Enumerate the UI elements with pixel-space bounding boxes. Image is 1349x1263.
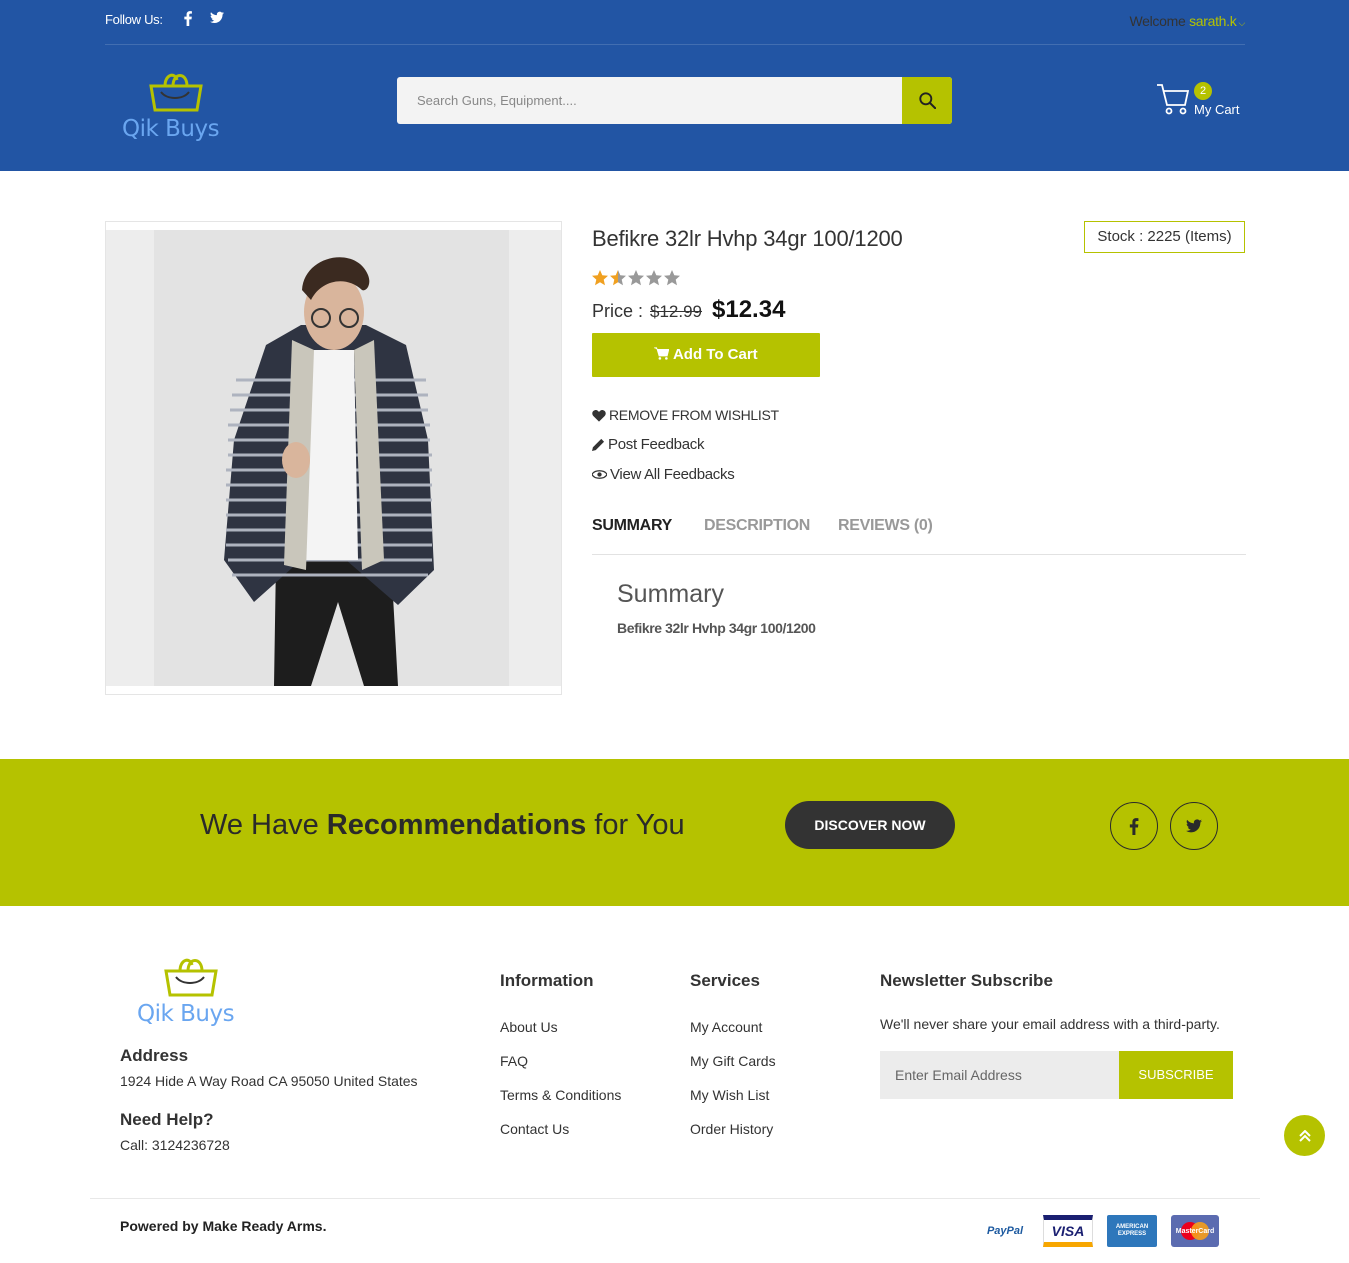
footer-logo[interactable]: Qik Buys — [137, 955, 247, 1030]
product-image[interactable] — [105, 221, 562, 695]
recommendation-banner: We Have Recommendations for You DISCOVER… — [0, 759, 1349, 906]
amex-label: AMERICAN EXPRESS — [1115, 1224, 1149, 1237]
chevron-down-icon[interactable]: ⌵ — [1238, 18, 1245, 28]
post-feedback-link[interactable]: Post Feedback — [592, 436, 704, 453]
star-filled-icon — [592, 270, 608, 286]
terms-link[interactable]: Terms & Conditions — [500, 1087, 621, 1103]
banner-text: We Have Recommendations for You — [200, 809, 685, 842]
tab-reviews[interactable]: REVIEWS (0) — [838, 517, 933, 535]
address-text: 1924 Hide A Way Road CA 95050 United Sta… — [120, 1073, 418, 1089]
welcome-text[interactable]: Welcome sarath.k ⌵ — [1129, 13, 1245, 29]
search-icon — [918, 92, 936, 109]
footer-divider — [90, 1198, 1260, 1199]
need-help-title: Need Help? — [120, 1110, 214, 1129]
footer-logo-text: Qik Buys — [137, 1001, 235, 1027]
top-bar: Follow Us: Welcome sarath.k ⌵ — [105, 0, 1245, 45]
twitter-icon — [1186, 819, 1202, 833]
heart-icon — [592, 409, 606, 422]
contact-us-link[interactable]: Contact Us — [500, 1121, 569, 1137]
cart-widget[interactable]: 2 My Cart — [1156, 80, 1246, 120]
order-history-link[interactable]: Order History — [690, 1121, 773, 1137]
double-chevron-up-icon — [1298, 1129, 1311, 1142]
remove-wishlist-link[interactable]: REMOVE FROM WISHLIST — [592, 407, 779, 423]
star-half-icon — [610, 270, 626, 286]
view-feedbacks-link[interactable]: View All Feedbacks — [592, 466, 735, 483]
twitter-icon[interactable] — [210, 11, 224, 27]
subscribe-button[interactable]: SUBSCRIBE — [1119, 1051, 1233, 1099]
product-title: Befikre 32lr Hvhp 34gr 100/1200 — [592, 226, 903, 251]
banner-text-bold: Recommendations — [326, 809, 587, 841]
visa-label: VISA — [1051, 1223, 1085, 1239]
banner-text-post: for You — [586, 809, 685, 841]
address-title: Address — [120, 1046, 189, 1065]
newsletter-title: Newsletter Subscribe — [880, 971, 1053, 990]
star-empty-icon — [628, 270, 644, 286]
price-label: Price : — [592, 301, 649, 321]
site-header: Follow Us: Welcome sarath.k ⌵ Qik Buys S… — [0, 0, 1349, 171]
post-feedback-label: Post Feedback — [608, 436, 705, 453]
twitter-button[interactable] — [1170, 802, 1218, 850]
tab-description[interactable]: DESCRIPTION — [704, 517, 810, 535]
visa-icon: VISA — [1043, 1215, 1093, 1247]
old-price: $12.99 — [650, 302, 703, 321]
shopping-bag-icon — [164, 958, 218, 997]
star-empty-icon — [646, 270, 662, 286]
search-input[interactable] — [397, 77, 902, 124]
my-account-link[interactable]: My Account — [690, 1019, 762, 1035]
cart-icon — [1157, 84, 1190, 115]
faq-link[interactable]: FAQ — [500, 1053, 528, 1069]
tab-summary[interactable]: SUMMARY — [592, 517, 672, 535]
product-rating — [592, 268, 684, 294]
banner-text-pre: We Have — [200, 809, 327, 841]
mastercard-icon: MasterCard — [1171, 1215, 1219, 1247]
scroll-to-top-button[interactable] — [1284, 1115, 1325, 1156]
powered-by-text: Powered by Make Ready Arms. — [120, 1218, 327, 1234]
stock-badge: Stock : 2225 (Items) — [1084, 221, 1245, 253]
product-tabs: SUMMARY DESCRIPTION REVIEWS (0) — [592, 517, 1246, 555]
newsletter-note: We'll never share your email address wit… — [880, 1016, 1220, 1032]
summary-text: Befikre 32lr Hvhp 34gr 100/1200 — [617, 620, 816, 636]
cart-count-badge: 2 — [1194, 82, 1212, 100]
product-image-background — [106, 230, 561, 686]
site-logo[interactable]: Qik Buys — [122, 70, 232, 145]
welcome-label: Welcome — [1129, 13, 1190, 29]
summary-heading: Summary — [617, 580, 724, 608]
add-to-cart-button[interactable]: Add To Cart — [592, 333, 820, 377]
wish-list-link[interactable]: My Wish List — [690, 1087, 769, 1103]
information-title: Information — [500, 971, 594, 990]
logo-text: Qik Buys — [122, 116, 220, 142]
amex-icon: AMERICAN EXPRESS — [1107, 1215, 1157, 1247]
paypal-icon: PayPal — [980, 1215, 1030, 1247]
paypal-label: PayPal — [986, 1225, 1024, 1237]
product-photo — [154, 230, 509, 686]
discover-now-button[interactable]: DISCOVER NOW — [785, 801, 955, 849]
facebook-icon — [1129, 817, 1139, 835]
mastercard-label: MasterCard — [1175, 1227, 1215, 1235]
rating-stars — [592, 270, 680, 286]
cart-label[interactable]: My Cart — [1194, 102, 1240, 117]
gift-cards-link[interactable]: My Gift Cards — [690, 1053, 776, 1069]
pencil-icon — [592, 438, 605, 451]
shopping-bag-icon — [149, 73, 203, 112]
services-title: Services — [690, 971, 760, 990]
facebook-icon[interactable] — [183, 11, 197, 27]
cart-icon — [654, 347, 670, 360]
email-field[interactable] — [880, 1051, 1120, 1099]
search-bar — [397, 77, 952, 124]
view-feedbacks-label: View All Feedbacks — [610, 466, 735, 483]
wishlist-label: REMOVE FROM WISHLIST — [609, 407, 779, 423]
new-price: $12.34 — [712, 296, 786, 323]
facebook-button[interactable] — [1110, 802, 1158, 850]
about-us-link[interactable]: About Us — [500, 1019, 558, 1035]
price-row: Price : $12.99 $12.34 — [592, 296, 785, 324]
phone-text: Call: 3124236728 — [120, 1137, 230, 1153]
star-empty-icon — [664, 270, 680, 286]
username[interactable]: sarath.k — [1189, 13, 1237, 29]
add-to-cart-label: Add To Cart — [672, 346, 758, 363]
follow-us-label: Follow Us: — [105, 12, 163, 27]
eye-icon — [592, 470, 607, 479]
search-button[interactable] — [902, 77, 952, 124]
